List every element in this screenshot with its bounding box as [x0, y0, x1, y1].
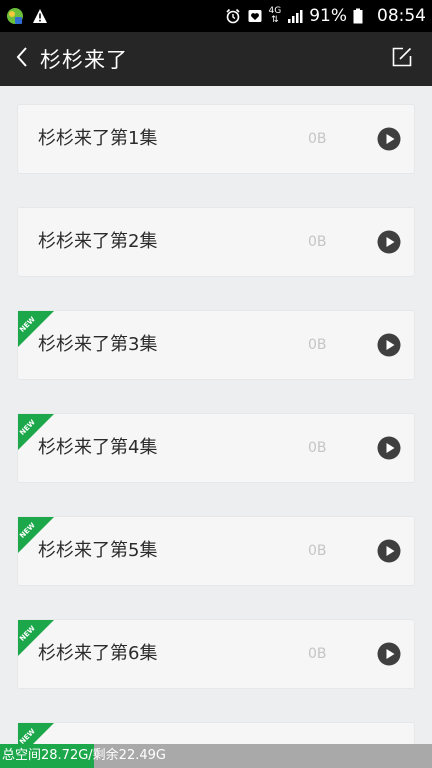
new-badge: NEW — [18, 723, 56, 744]
edit-button[interactable] — [386, 43, 418, 75]
edit-icon — [391, 46, 413, 72]
play-icon[interactable] — [377, 230, 401, 254]
episode-title: 杉杉来了第1集 — [38, 128, 158, 149]
list-item[interactable]: NEW — [18, 723, 414, 744]
chevron-left-icon — [15, 46, 29, 72]
episode-title: 杉杉来了第5集 — [38, 540, 158, 561]
storage-info: 总空间28.72G/剩余22.49G — [2, 748, 166, 763]
episode-size: 0B — [308, 337, 327, 353]
storage-bar: 总空间28.72G/剩余22.49G — [0, 744, 432, 768]
heart-icon — [247, 8, 263, 24]
episode-size: 0B — [308, 440, 327, 456]
play-icon[interactable] — [377, 436, 401, 460]
battery-icon — [353, 8, 369, 24]
list-item[interactable]: 杉杉来了第1集 0B — [18, 105, 414, 173]
list-item[interactable]: NEW 杉杉来了第6集 0B — [18, 620, 414, 688]
list-item[interactable]: NEW 杉杉来了第4集 0B — [18, 414, 414, 482]
episode-size: 0B — [308, 646, 327, 662]
episode-size: 0B — [308, 131, 327, 147]
signal-icon — [287, 8, 303, 24]
clock: 08:54 — [377, 6, 426, 26]
status-right: 4G ⇅ 91% 08:54 — [225, 6, 426, 26]
warning-icon — [32, 8, 48, 24]
back-button[interactable] — [10, 43, 34, 75]
episode-title: 杉杉来了第2集 — [38, 231, 158, 252]
status-bar: 4G ⇅ 91% 08:54 — [0, 0, 432, 32]
play-icon[interactable] — [377, 539, 401, 563]
play-icon[interactable] — [377, 127, 401, 151]
battery-percent: 91% — [309, 6, 347, 26]
app-icon — [6, 7, 24, 25]
status-left — [6, 7, 48, 25]
episode-list[interactable]: 杉杉来了第1集 0B 杉杉来了第2集 0B NEW 杉杉来了第3集 0B NEW 杉杉来了第4集… — [0, 86, 432, 744]
play-icon[interactable] — [377, 333, 401, 357]
alarm-icon — [225, 8, 241, 24]
network-text: 4G — [268, 6, 282, 16]
episode-title: 杉杉来了第6集 — [38, 643, 158, 664]
episode-title: 杉杉来了第3集 — [38, 334, 158, 355]
list-item[interactable]: NEW 杉杉来了第3集 0B — [18, 311, 414, 379]
play-icon[interactable] — [377, 642, 401, 666]
list-item[interactable]: 杉杉来了第2集 0B — [18, 208, 414, 276]
list-item[interactable]: NEW 杉杉来了第5集 0B — [18, 517, 414, 585]
page-title: 杉杉来了 — [40, 48, 128, 72]
episode-size: 0B — [308, 543, 327, 559]
episode-title: 杉杉来了第4集 — [38, 437, 158, 458]
title-bar: 杉杉来了 — [0, 32, 432, 86]
episode-size: 0B — [308, 234, 327, 250]
network-label: 4G ⇅ — [268, 6, 282, 25]
